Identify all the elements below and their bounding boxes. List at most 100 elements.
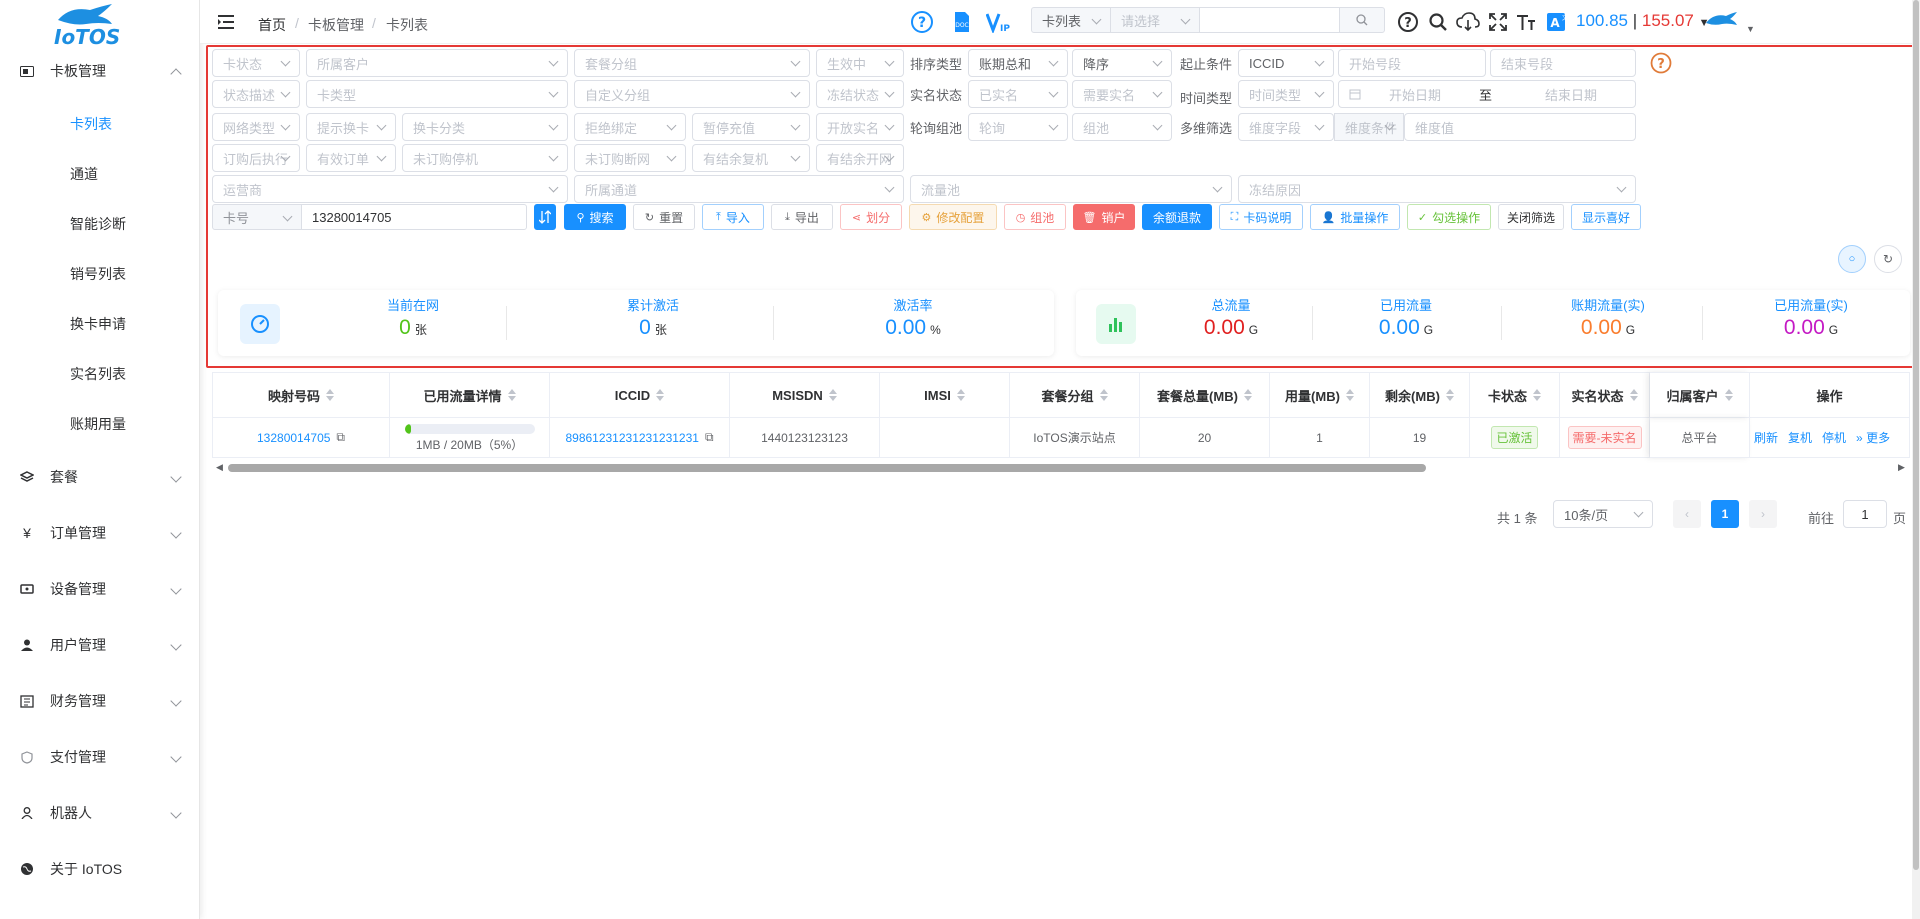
filter-help-icon[interactable]: ?: [1650, 52, 1672, 77]
display-pref-button[interactable]: 显示喜好: [1571, 204, 1641, 230]
goto-page-input[interactable]: 1: [1843, 500, 1887, 528]
th-msisdn[interactable]: MSISDN: [730, 372, 880, 418]
poll-select[interactable]: 轮询: [968, 113, 1068, 141]
avatar[interactable]: [1704, 10, 1738, 34]
account-balance[interactable]: 100.85 | 155.07 ▼: [1576, 11, 1710, 31]
sidebar-item-diagnosis[interactable]: 智能诊断: [0, 204, 200, 244]
sidebar-item-realname-list[interactable]: 实名列表: [0, 354, 200, 394]
range-cond-select[interactable]: ICCID: [1238, 49, 1334, 77]
sidebar-item-card-list[interactable]: 卡列表: [0, 104, 200, 144]
operator-select[interactable]: 运营商: [212, 175, 568, 203]
sort-icon[interactable]: [1629, 389, 1638, 401]
translate-icon[interactable]: A文: [1544, 10, 1568, 34]
card-status-select[interactable]: 卡状态: [212, 49, 300, 77]
swap-class-select[interactable]: 换卡分类: [402, 113, 568, 141]
balance-resume-select[interactable]: 有结余复机: [692, 144, 810, 172]
page-size-select[interactable]: 10条/页: [1553, 500, 1653, 528]
cancel-account-button[interactable]: 🗑 销户: [1073, 204, 1135, 230]
sort-icon[interactable]: [1243, 389, 1252, 401]
order-select[interactable]: 降序: [1072, 49, 1172, 77]
sort-icon[interactable]: [656, 389, 665, 401]
sort-icon[interactable]: [828, 389, 837, 401]
page-button-1[interactable]: 1: [1711, 500, 1739, 528]
realname-select[interactable]: 已实名: [968, 80, 1068, 108]
status-desc-select[interactable]: 状态描述: [212, 80, 300, 108]
customer-select[interactable]: 所属客户: [306, 49, 568, 77]
table-horizontal-scrollbar[interactable]: ◀ ▶: [212, 462, 1910, 474]
search-circle-button[interactable]: ○: [1838, 245, 1866, 273]
end-number-input[interactable]: 结束号段: [1490, 49, 1636, 77]
vip-icon[interactable]: IP: [986, 10, 1010, 34]
fullscreen-icon[interactable]: [1486, 10, 1510, 34]
th-pkg-total[interactable]: 套餐总量(MB): [1140, 372, 1270, 418]
th-realname[interactable]: 实名状态: [1560, 372, 1650, 418]
dimension-field-select[interactable]: 维度字段: [1238, 113, 1334, 141]
search-field-select[interactable]: 卡号: [212, 204, 302, 230]
modify-config-button[interactable]: ⚙ 修改配置: [909, 204, 997, 230]
sort-icon[interactable]: [1445, 389, 1454, 401]
group-pool-button[interactable]: ◷ 组池: [1004, 204, 1066, 230]
sort-icon[interactable]: [1533, 389, 1541, 401]
sort-icon[interactable]: [1099, 389, 1108, 401]
th-usage[interactable]: 已用流量详情: [390, 372, 550, 418]
search-icon[interactable]: [1426, 10, 1450, 34]
menu-payment[interactable]: 支付管理: [0, 737, 200, 777]
sort-icon[interactable]: [1724, 389, 1733, 401]
network-type-select[interactable]: 网络类型: [212, 113, 300, 141]
time-type-select[interactable]: 时间类型: [1238, 80, 1334, 108]
search-button[interactable]: ⚲ 搜索: [564, 204, 626, 230]
freeze-reason-select[interactable]: 冻结原因: [1238, 175, 1636, 203]
th-iccid[interactable]: ICCID: [550, 372, 730, 418]
resume-link[interactable]: 复机: [1788, 429, 1812, 446]
effective-select[interactable]: 生效中: [816, 49, 904, 77]
caret-down-icon[interactable]: ▼: [1746, 24, 1755, 34]
menu-finance[interactable]: 财务管理: [0, 681, 200, 721]
sidebar-item-swap-apply[interactable]: 换卡申请: [0, 304, 200, 344]
copy-icon[interactable]: ⧉: [336, 430, 345, 445]
sidebar-item-channel[interactable]: 通道: [0, 154, 200, 194]
menu-devices[interactable]: 设备管理: [0, 569, 200, 609]
topbar-search-type-select[interactable]: 卡列表: [1031, 7, 1111, 33]
cell-iccid[interactable]: 89861231231231231231 ⧉: [550, 418, 730, 458]
scroll-left-icon[interactable]: ◀: [216, 462, 223, 473]
flow-pool-select[interactable]: 流量池: [910, 175, 1232, 203]
breadcrumb-card-mgmt[interactable]: 卡板管理: [308, 15, 364, 35]
pause-recharge-select[interactable]: 暂停充值: [692, 113, 810, 141]
hint-swap-select[interactable]: 提示换卡: [306, 113, 396, 141]
th-mapping[interactable]: 映射号码: [212, 372, 390, 418]
open-realname-select[interactable]: 开放实名: [816, 113, 904, 141]
topbar-search-option-select[interactable]: 请选择: [1110, 7, 1200, 33]
dimension-value-input[interactable]: 维度值: [1404, 113, 1636, 141]
after-order-select[interactable]: 订购后执行: [212, 144, 300, 172]
th-pkg-group[interactable]: 套餐分组: [1010, 372, 1140, 418]
refresh-link[interactable]: 刷新: [1754, 429, 1778, 446]
scroll-thumb[interactable]: [228, 464, 1426, 472]
channel-select[interactable]: 所属通道: [574, 175, 904, 203]
menu-orders[interactable]: ¥ 订单管理: [0, 513, 200, 553]
search-value-input[interactable]: 13280014705: [301, 204, 527, 230]
menu-about[interactable]: 关于 IoTOS: [0, 849, 200, 889]
stop-link[interactable]: 停机: [1822, 429, 1846, 446]
menu-robot[interactable]: 机器人: [0, 793, 200, 833]
breadcrumb-home[interactable]: 首页: [258, 15, 286, 35]
menu-users[interactable]: 用户管理: [0, 625, 200, 665]
help-circle-icon[interactable]: ?: [910, 10, 934, 34]
close-filter-button[interactable]: 关闭筛选: [1498, 204, 1564, 230]
sort-icon[interactable]: [1345, 389, 1354, 401]
custom-group-select[interactable]: 自定义分组: [574, 80, 810, 108]
topbar-search-input[interactable]: [1199, 7, 1340, 33]
page-vertical-scrollbar[interactable]: [1912, 0, 1920, 919]
sort-icon[interactable]: [507, 389, 516, 401]
pool-select[interactable]: 组池: [1072, 113, 1172, 141]
unordered-cut-select[interactable]: 未订购断网: [574, 144, 686, 172]
cell-mapping[interactable]: 13280014705 ⧉: [212, 418, 390, 458]
doc-icon[interactable]: DOC: [950, 10, 974, 34]
card-type-select[interactable]: 卡类型: [306, 80, 568, 108]
iotos-logo[interactable]: IoTOS: [50, 2, 144, 49]
next-page-button[interactable]: ›: [1749, 500, 1777, 528]
copy-icon[interactable]: ⧉: [705, 430, 714, 445]
package-group-select[interactable]: 套餐分组: [574, 49, 810, 77]
reject-bind-select[interactable]: 拒绝绑定: [574, 113, 686, 141]
th-card-status[interactable]: 卡状态: [1470, 372, 1560, 418]
prev-page-button[interactable]: ‹: [1673, 500, 1701, 528]
